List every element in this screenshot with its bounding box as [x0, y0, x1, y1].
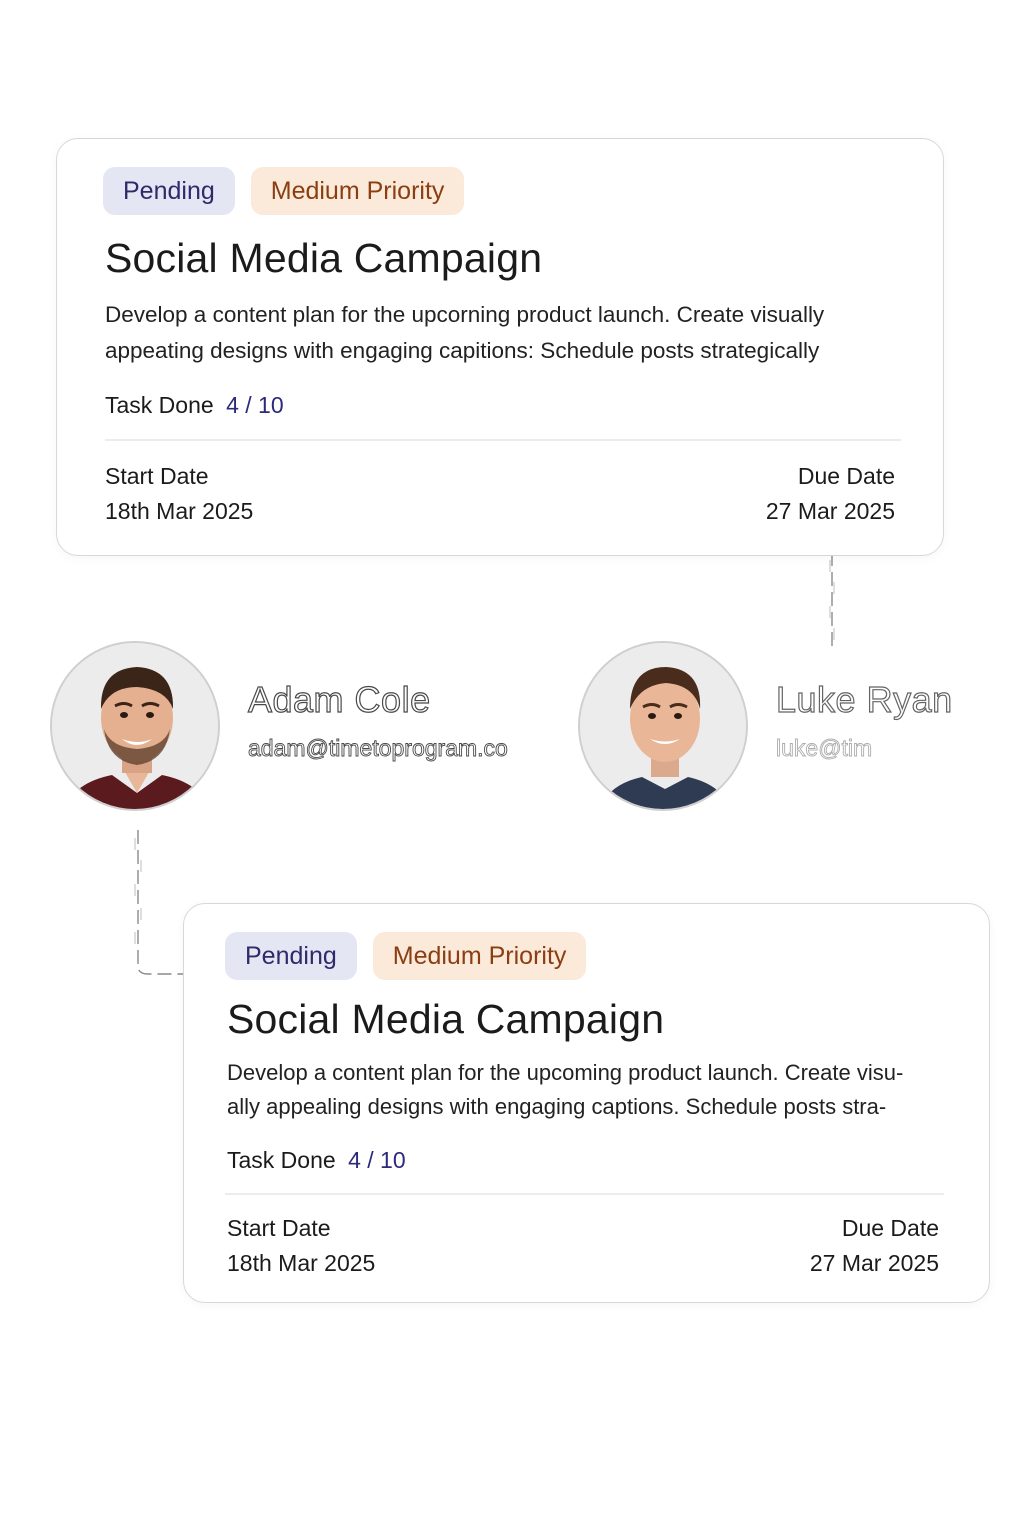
due-date-block: Due Date 27 Mar 2025 [810, 1211, 939, 1281]
task-done-count: 4 / 10 [226, 392, 284, 418]
status-badge: Pending [103, 167, 235, 215]
task-description-line: Develop a content plan for the upcoming … [227, 1060, 904, 1085]
task-badges: Pending Medium Priority [103, 167, 465, 215]
task-assignment-illustration: Pending Medium Priority Social Media Cam… [0, 0, 1024, 1536]
task-title: Social Media Campaign [105, 235, 543, 281]
due-date-value: 27 Mar 2025 [765, 498, 895, 524]
task-progress: Task Done 4 / 10 [105, 392, 284, 419]
avatar[interactable] [578, 641, 748, 811]
task-card[interactable]: Pending Medium Priority Social Media Cam… [56, 138, 944, 556]
divider [225, 1193, 944, 1195]
person-photo-icon [580, 643, 746, 809]
card-to-luke-connector [829, 552, 835, 652]
start-date-value: 18th Mar 2025 [227, 1250, 376, 1276]
start-date-label: Start Date [105, 463, 209, 489]
task-badges: Pending Medium Priority [225, 932, 587, 980]
task-done-label: Task Done [227, 1147, 336, 1173]
task-description: Develop a content plan for the upcoming … [227, 1056, 963, 1124]
person-photo-icon [52, 643, 218, 809]
due-date-label: Due Date [841, 1215, 939, 1241]
due-date-label: Due Date [797, 463, 895, 489]
task-description-line: appeating designs with engaging capition… [105, 338, 820, 363]
priority-badge: Medium Priority [372, 932, 587, 980]
assignee-email: adam@timetoprogram.co [248, 735, 508, 761]
status-badge: Pending [225, 932, 357, 980]
task-description: Develop a content plan for the upcorning… [105, 297, 905, 369]
assignee-email: luke@tim [776, 735, 873, 761]
divider [105, 439, 901, 441]
task-description-line: Develop a content plan for the upcorning… [105, 302, 825, 327]
adam-to-card-connector [134, 830, 184, 975]
due-date-value: 27 Mar 2025 [809, 1250, 939, 1276]
start-date-block: Start Date 18th Mar 2025 [105, 459, 253, 529]
task-progress: Task Done 4 / 10 [227, 1147, 406, 1174]
assignee-name: Adam Cole [247, 678, 431, 720]
start-date-block: Start Date 18th Mar 2025 [227, 1211, 375, 1281]
avatar[interactable] [50, 641, 220, 811]
assignee-name: Luke Ryan [775, 678, 953, 720]
task-done-count: 4 / 10 [348, 1147, 406, 1173]
task-card[interactable]: Pending Medium Priority Social Media Cam… [183, 903, 990, 1303]
due-date-block: Due Date 27 Mar 2025 [766, 459, 895, 529]
task-description-line: ally appealing designs with engaging cap… [227, 1094, 887, 1119]
task-done-label: Task Done [105, 392, 214, 418]
start-date-value: 18th Mar 2025 [105, 498, 254, 524]
priority-badge: Medium Priority [250, 167, 465, 215]
start-date-label: Start Date [227, 1215, 331, 1241]
task-title: Social Media Campaign [227, 996, 665, 1042]
